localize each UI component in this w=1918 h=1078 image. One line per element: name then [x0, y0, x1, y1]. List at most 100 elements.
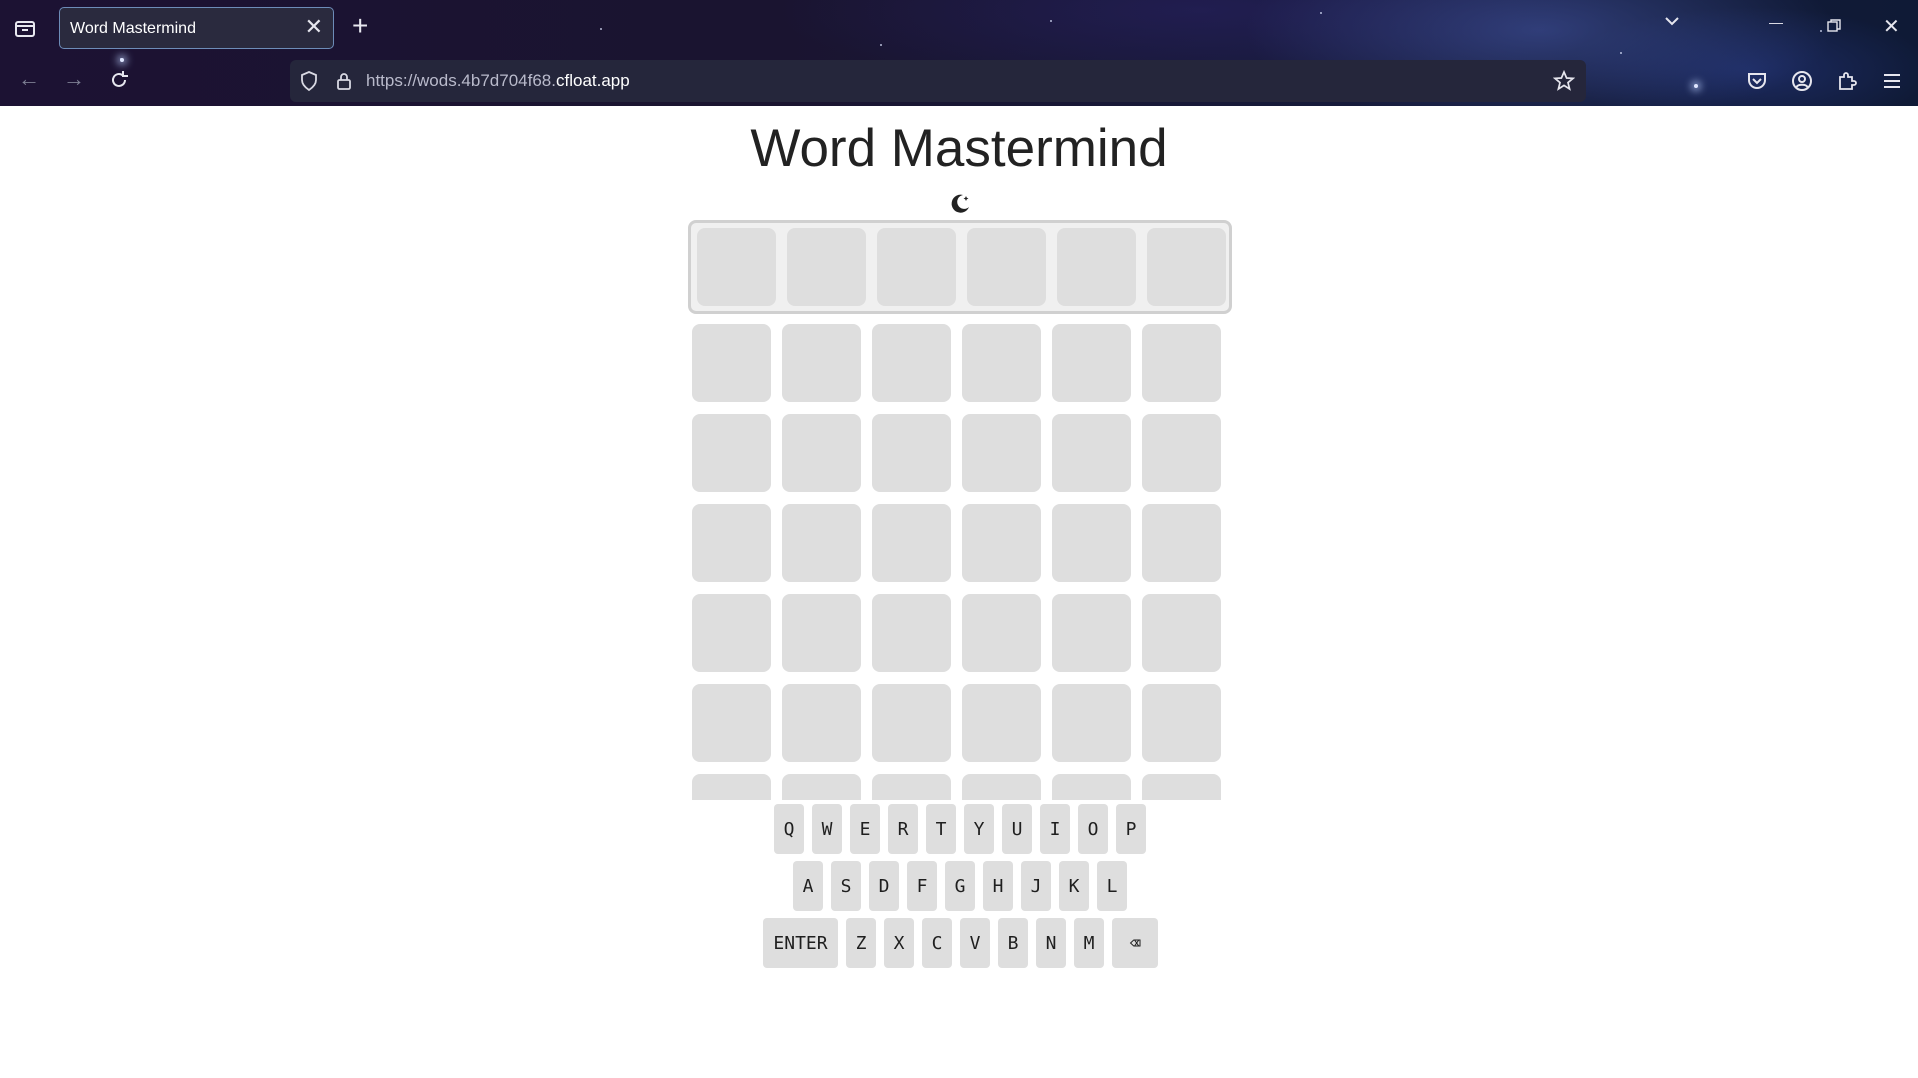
key-f[interactable]: F	[907, 861, 937, 911]
backspace-key[interactable]: ⌫	[1112, 918, 1158, 968]
bg-star	[120, 58, 124, 62]
enter-key[interactable]: ENTER	[763, 918, 838, 968]
bg-star	[1620, 52, 1622, 54]
guess-tile	[692, 684, 771, 762]
bg-star	[1320, 12, 1322, 14]
key-e[interactable]: E	[850, 804, 880, 854]
bg-star	[600, 28, 602, 30]
key-r[interactable]: R	[888, 804, 918, 854]
key-y[interactable]: Y	[964, 804, 994, 854]
key-s[interactable]: S	[831, 861, 861, 911]
lock-icon[interactable]	[333, 70, 355, 92]
guess-tile	[1142, 594, 1221, 672]
guess-tile	[962, 324, 1041, 402]
guess-tile	[962, 684, 1041, 762]
guess-tile	[1142, 324, 1221, 402]
guess-tile	[692, 504, 771, 582]
guess-tile	[1142, 774, 1221, 800]
bg-star	[880, 44, 882, 46]
guess-tile	[1052, 774, 1131, 800]
key-x[interactable]: X	[884, 918, 914, 968]
pocket-icon[interactable]	[1745, 69, 1769, 93]
page-title: Word Mastermind	[750, 119, 1168, 178]
guess-tile	[782, 774, 861, 800]
guess-tile	[782, 504, 861, 582]
moon-stars-icon[interactable]	[948, 192, 972, 216]
guess-tile	[782, 414, 861, 492]
key-q[interactable]: Q	[774, 804, 804, 854]
guess-tile	[872, 504, 951, 582]
key-n[interactable]: N	[1036, 918, 1066, 968]
tab-close-icon[interactable]: ✕	[305, 16, 323, 38]
active-row-tile	[1147, 228, 1226, 306]
key-t[interactable]: T	[926, 804, 956, 854]
guess-tile	[962, 504, 1041, 582]
guess-tile	[872, 774, 951, 800]
minimize-button[interactable]: —	[1769, 14, 1783, 30]
key-c[interactable]: C	[922, 918, 952, 968]
key-z[interactable]: Z	[846, 918, 876, 968]
guess-tile	[1052, 684, 1131, 762]
guess-tile	[782, 324, 861, 402]
hamburger-menu-icon[interactable]	[1880, 69, 1904, 93]
key-v[interactable]: V	[960, 918, 990, 968]
back-button[interactable]: ←	[18, 68, 40, 90]
bg-star	[1820, 30, 1822, 32]
guess-tile	[1142, 414, 1221, 492]
account-icon[interactable]	[1790, 69, 1814, 93]
guess-tile	[782, 684, 861, 762]
guess-tile	[872, 324, 951, 402]
active-row-tile	[967, 228, 1046, 306]
close-window-button[interactable]: ✕	[1883, 14, 1900, 39]
puzzle-icon[interactable]	[1835, 69, 1859, 93]
guess-tile	[872, 684, 951, 762]
guess-tile	[782, 594, 861, 672]
chevron-down-icon	[1665, 17, 1679, 26]
guess-tile	[872, 594, 951, 672]
guess-tile	[962, 774, 1041, 800]
star-icon[interactable]	[1553, 70, 1575, 92]
list-all-tabs-button[interactable]	[1663, 12, 1681, 35]
active-guess-row[interactable]	[688, 220, 1232, 314]
key-j[interactable]: J	[1021, 861, 1051, 911]
key-d[interactable]: D	[869, 861, 899, 911]
active-row-tile	[697, 228, 776, 306]
reload-button[interactable]	[108, 69, 130, 95]
key-i[interactable]: I	[1040, 804, 1070, 854]
key-k[interactable]: K	[1059, 861, 1089, 911]
key-m[interactable]: M	[1074, 918, 1104, 968]
key-h[interactable]: H	[983, 861, 1013, 911]
browser-chrome: Word Mastermind ✕ + — ✕ ← → https://wods	[0, 0, 1918, 106]
key-p[interactable]: P	[1116, 804, 1146, 854]
forward-button[interactable]: →	[63, 68, 85, 90]
new-tab-button[interactable]: +	[352, 11, 368, 41]
key-w[interactable]: W	[812, 804, 842, 854]
active-row-tile	[877, 228, 956, 306]
key-o[interactable]: O	[1078, 804, 1108, 854]
guess-tile	[1142, 504, 1221, 582]
url-prefix: https://wods.4b7d704f68.	[366, 71, 556, 90]
active-row-tile	[787, 228, 866, 306]
key-b[interactable]: B	[998, 918, 1028, 968]
url-host: cfloat.app	[555, 71, 630, 90]
tab-list-button[interactable]	[13, 17, 37, 39]
guess-tile	[872, 414, 951, 492]
tab-word-mastermind[interactable]: Word Mastermind ✕	[59, 7, 334, 49]
key-u[interactable]: U	[1002, 804, 1032, 854]
guess-tile	[692, 414, 771, 492]
key-g[interactable]: G	[945, 861, 975, 911]
reload-icon	[112, 71, 128, 87]
active-row-tile	[1057, 228, 1136, 306]
shield-icon[interactable]	[298, 70, 320, 92]
guess-tile	[962, 414, 1041, 492]
tab-title: Word Mastermind	[70, 20, 196, 37]
key-a[interactable]: A	[793, 861, 823, 911]
key-l[interactable]: L	[1097, 861, 1127, 911]
guess-tile	[1052, 414, 1131, 492]
restore-button[interactable]	[1826, 18, 1842, 39]
url-text[interactable]: https://wods.4b7d704f68.cfloat.app	[366, 71, 630, 91]
guess-tile	[1052, 324, 1131, 402]
bg-star	[1694, 84, 1698, 88]
address-bar[interactable]: https://wods.4b7d704f68.cfloat.app	[290, 60, 1586, 102]
bg-star	[1050, 20, 1052, 22]
